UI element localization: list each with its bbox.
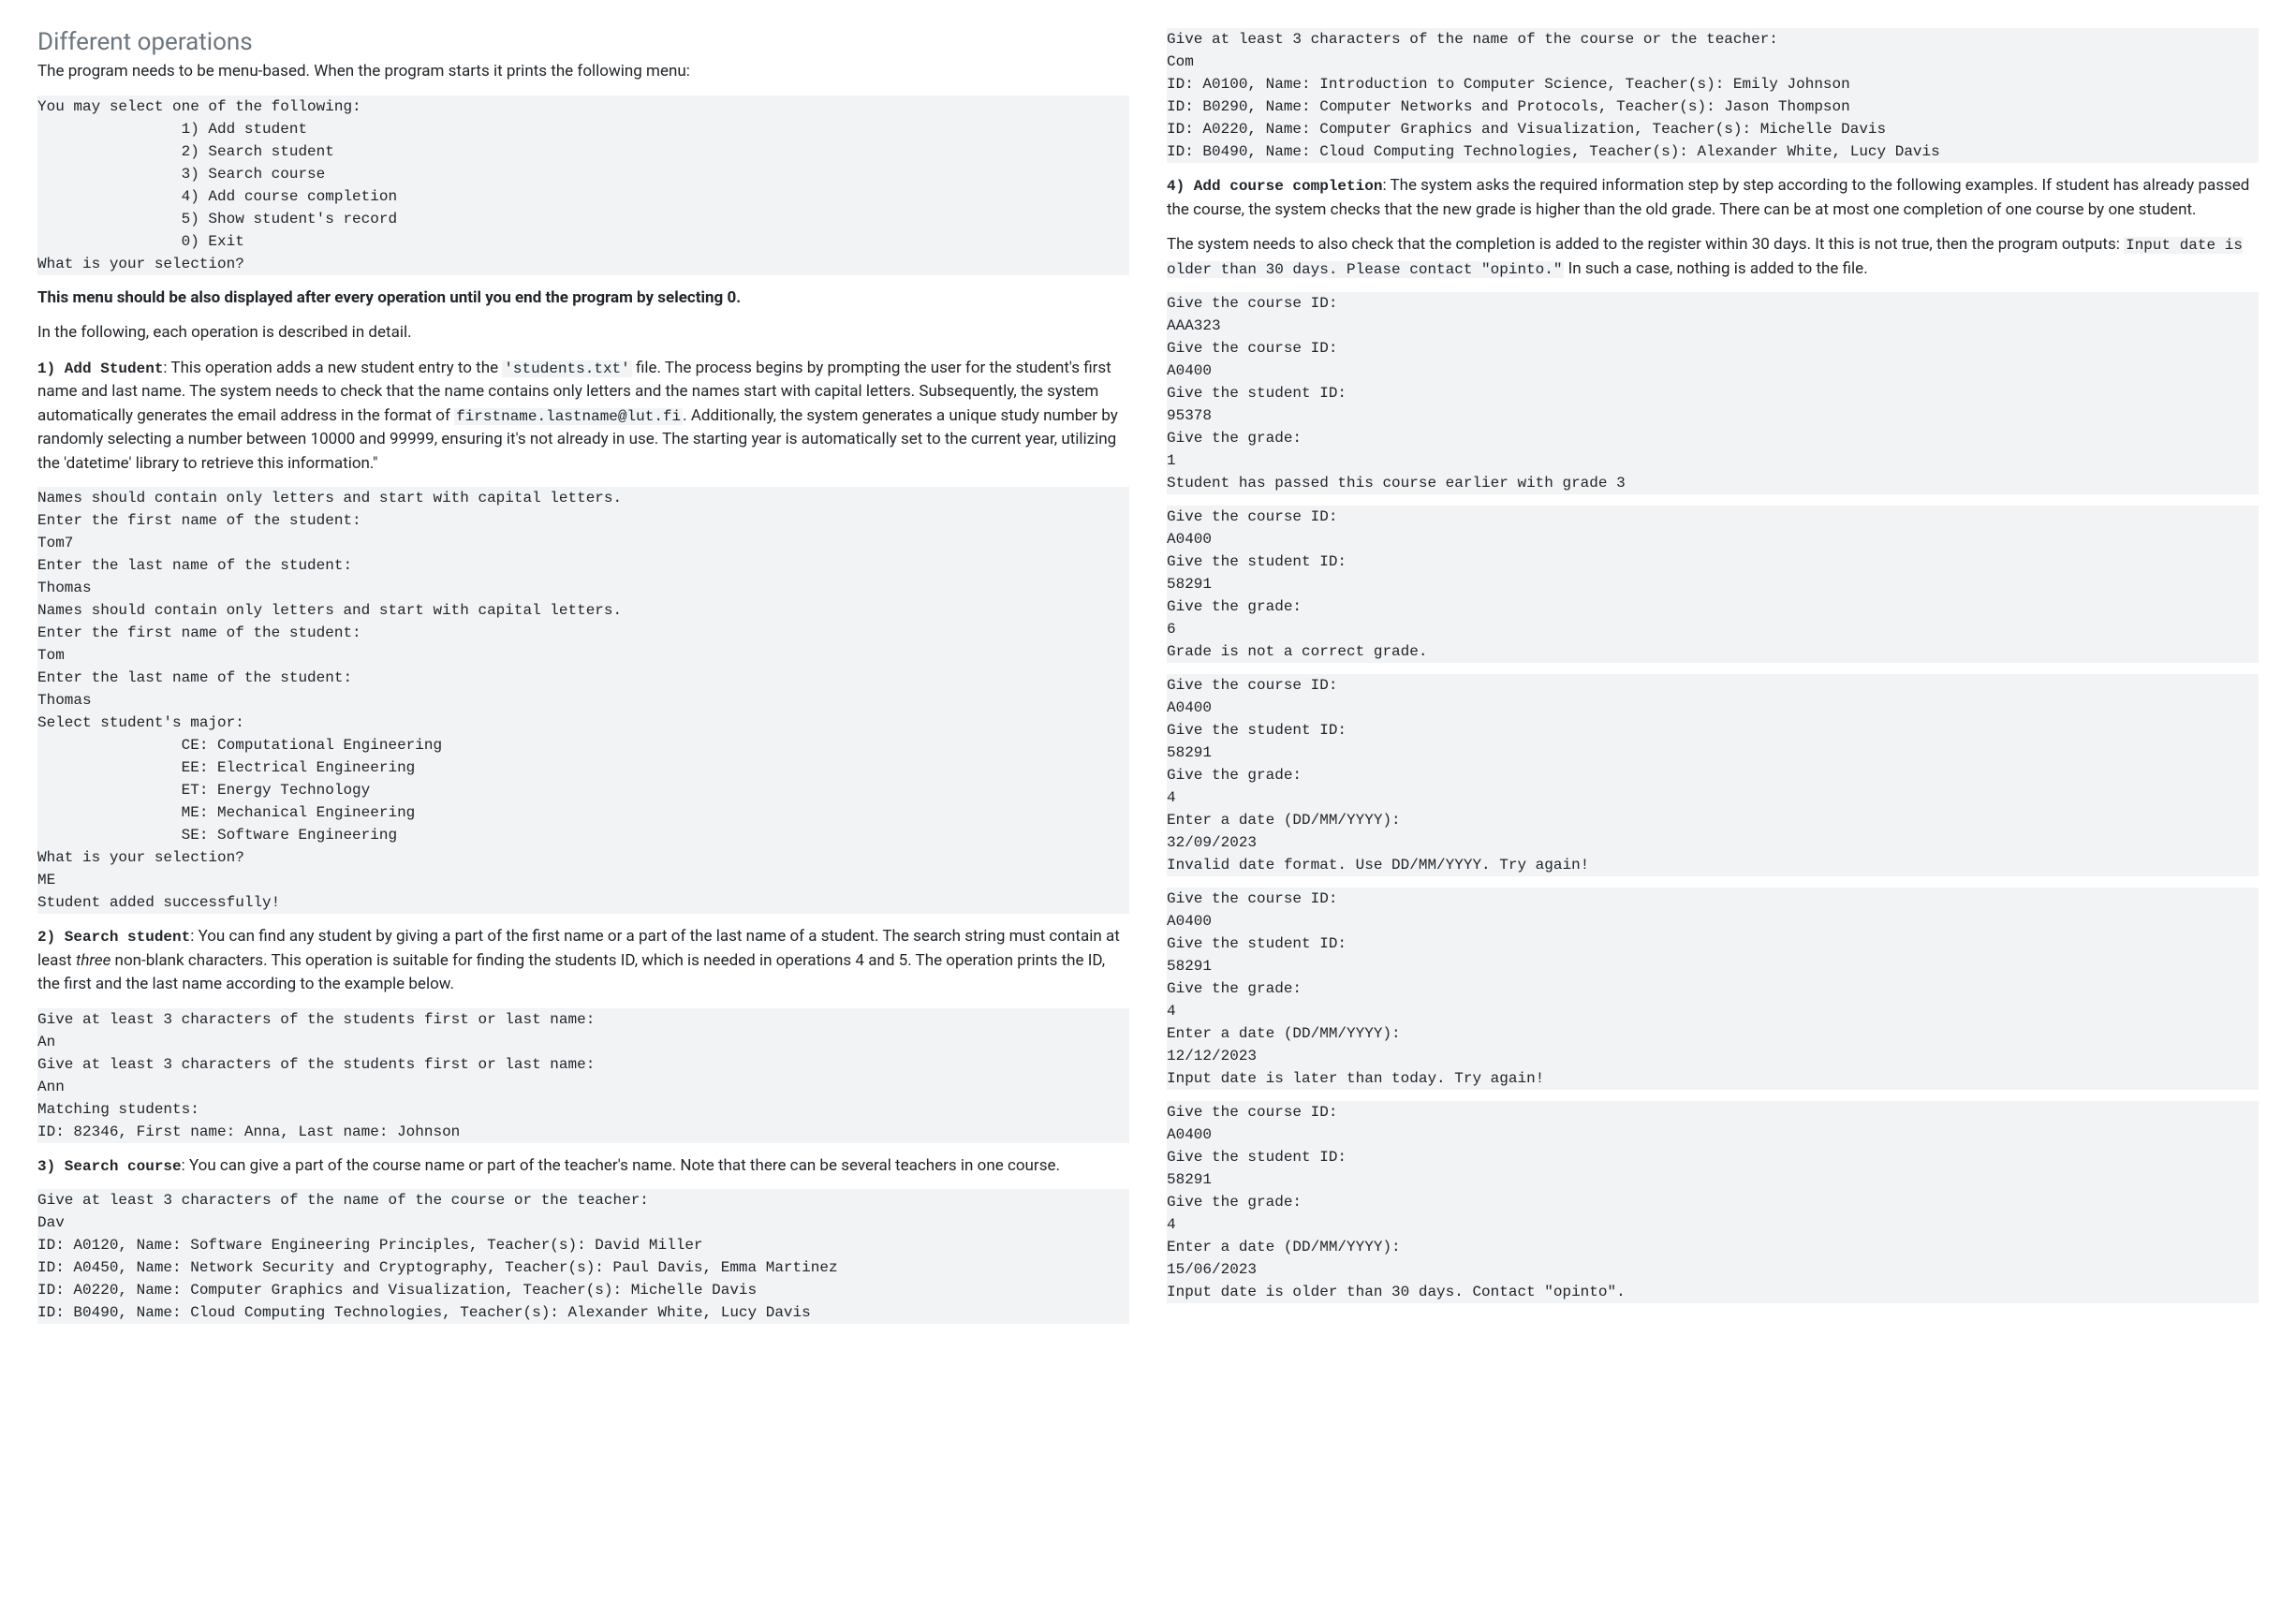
menu-note: This menu should be also displayed after… [37,286,1129,311]
section-2-lead: 2) Search student [37,929,190,946]
section-4-code-2: Give the course ID: A0400 Give the stude… [1167,506,2259,663]
email-format: firstname.lastname@lut.fi [454,408,683,425]
section-3-code-2: Give at least 3 characters of the name o… [1167,28,2259,163]
section-3-code-1: Give at least 3 characters of the name o… [37,1189,1129,1324]
section-2-code: Give at least 3 characters of the studen… [37,1008,1129,1143]
page-title: Different operations [37,28,1129,56]
detail-intro: In the following, each operation is desc… [37,321,1129,345]
section-4-text-2: The system needs to also check that the … [1167,233,2259,281]
document-page: Different operations The program needs t… [0,0,2296,1363]
section-4-lead: 4) Add course completion [1167,178,1382,195]
section-2-t2: non-blank characters. This operation is … [37,951,1105,994]
section-4-code-1: Give the course ID: AAA323 Give the cour… [1167,292,2259,494]
section-4-text-1: 4) Add course completion: The system ask… [1167,174,2259,222]
section-2-text: 2) Search student: You can find any stud… [37,925,1129,997]
section-4-code-5: Give the course ID: A0400 Give the stude… [1167,1101,2259,1303]
intro-text: The program needs to be menu-based. When… [37,60,1129,84]
section-4-code-3: Give the course ID: A0400 Give the stude… [1167,674,2259,876]
section-4-code-4: Give the course ID: A0400 Give the stude… [1167,888,2259,1090]
right-column: Give at least 3 characters of the name o… [1167,28,2259,1335]
section-3-t1: : You can give a part of the course name… [182,1156,1060,1175]
section-1-code: Names should contain only letters and st… [37,487,1129,914]
section-4-t2a: The system needs to also check that the … [1167,235,2124,254]
section-1-lead: 1) Add Student [37,360,163,377]
section-1-t1: : This operation adds a new student entr… [163,359,502,377]
students-file: 'students.txt' [502,360,631,377]
menu-code-block: You may select one of the following: 1) … [37,95,1129,275]
section-1-text: 1) Add Student: This operation adds a ne… [37,357,1129,477]
section-2-three: three [76,951,110,970]
section-3-text: 3) Search course: You can give a part of… [37,1154,1129,1179]
left-column: Different operations The program needs t… [37,28,1129,1335]
section-4-t2b: In such a case, nothing is added to the … [1564,259,1867,278]
section-3-lead: 3) Search course [37,1158,182,1175]
